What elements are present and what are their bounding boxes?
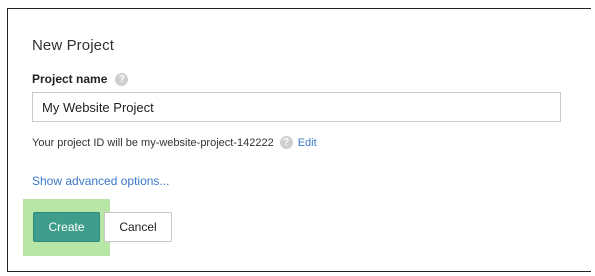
cancel-button[interactable]: Cancel bbox=[104, 212, 172, 242]
create-button[interactable]: Create bbox=[33, 212, 100, 242]
help-icon[interactable]: ? bbox=[115, 72, 129, 86]
help-icon[interactable]: ? bbox=[279, 136, 293, 149]
project-name-label: Project name bbox=[32, 72, 108, 86]
show-advanced-options-link[interactable]: Show advanced options... bbox=[32, 174, 169, 188]
project-id-line: Your project ID will be my-website-proje… bbox=[32, 136, 317, 149]
project-name-label-row: Project name ? bbox=[32, 72, 129, 86]
project-id-text: Your project ID will be my-website-proje… bbox=[32, 136, 274, 149]
edit-project-id-link[interactable]: Edit bbox=[298, 137, 317, 149]
dialog-title: New Project bbox=[32, 37, 114, 54]
project-name-input[interactable] bbox=[32, 92, 561, 122]
